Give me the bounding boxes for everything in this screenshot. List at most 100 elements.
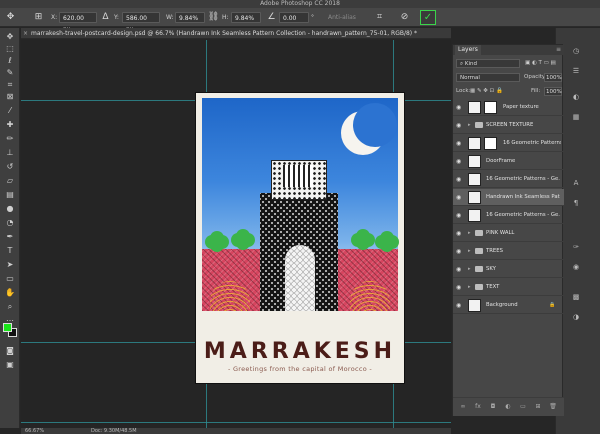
group-expand-icon[interactable]: ▸ bbox=[468, 120, 471, 131]
canvas-area[interactable]: MARRAKESH - Greetings from the capital o… bbox=[21, 40, 451, 428]
layer-thumbnail[interactable] bbox=[468, 299, 481, 312]
eraser-icon[interactable]: ▱ bbox=[3, 176, 17, 185]
layer-thumbnail[interactable] bbox=[468, 191, 481, 204]
delta-icon[interactable]: Δ bbox=[99, 11, 112, 24]
layer-thumbnail[interactable] bbox=[468, 137, 481, 150]
blur-icon[interactable]: ● bbox=[3, 204, 17, 213]
pen-icon[interactable]: ✒ bbox=[3, 232, 17, 241]
path-select-icon[interactable]: ➤ bbox=[3, 260, 17, 269]
link-icon[interactable]: ⛓ bbox=[207, 11, 220, 24]
quick-select-icon[interactable]: ✎ bbox=[3, 68, 17, 77]
visibility-eye-icon[interactable]: ◉ bbox=[456, 175, 464, 184]
healing-icon[interactable]: ✚ bbox=[3, 120, 17, 129]
dodge-icon[interactable]: ◔ bbox=[3, 218, 17, 227]
visibility-eye-icon[interactable]: ◉ bbox=[456, 121, 464, 130]
properties-panel-icon[interactable]: ☰ bbox=[571, 66, 581, 76]
type-icon[interactable]: T bbox=[3, 246, 17, 255]
x-field[interactable]: 620.00 px bbox=[59, 12, 97, 33]
cancel-transform-icon[interactable]: ⊘ bbox=[398, 11, 411, 24]
layer-row[interactable]: ◉ 🔒 Background bbox=[453, 297, 564, 314]
layer-row[interactable]: ◉ ▸ SCREEN TEXTURE bbox=[453, 117, 564, 134]
group-expand-icon[interactable]: ▸ bbox=[468, 264, 471, 275]
layer-style-icon[interactable]: fx bbox=[474, 403, 482, 411]
layer-name[interactable]: 16 Geometric Patterns - Ge... bbox=[486, 207, 560, 224]
layer-thumbnail[interactable] bbox=[468, 155, 481, 168]
history-panel-icon[interactable]: ◷ bbox=[571, 46, 581, 56]
layer-name[interactable]: Paper texture bbox=[503, 99, 561, 116]
opacity-field[interactable]: 100% bbox=[544, 73, 562, 82]
channels-panel-icon[interactable]: ◉ bbox=[571, 262, 581, 272]
layer-row[interactable]: ◉ Handrawn Ink Seamless Pat... bbox=[453, 189, 564, 206]
layer-name[interactable]: SCREEN TEXTURE bbox=[486, 117, 560, 134]
quick-mask-icon[interactable]: ◙ bbox=[3, 346, 17, 355]
paragraph-panel-icon[interactable]: ¶ bbox=[571, 198, 581, 208]
visibility-eye-icon[interactable]: ◉ bbox=[456, 247, 464, 256]
height-field[interactable]: 9.84% bbox=[231, 12, 261, 23]
layers-tab[interactable]: Layers bbox=[455, 45, 481, 55]
visibility-eye-icon[interactable]: ◉ bbox=[456, 283, 464, 292]
lock-icons[interactable]: ▦ ✎ ✥ ⊡ 🔒 bbox=[470, 87, 503, 96]
frame-icon[interactable]: ⊠ bbox=[3, 92, 17, 101]
eyedropper-icon[interactable]: ⁄ bbox=[3, 106, 17, 115]
clone-stamp-icon[interactable]: ⊥ bbox=[3, 148, 17, 157]
paths-panel-icon[interactable]: ✑ bbox=[571, 242, 581, 252]
libraries-panel-icon[interactable]: ▦ bbox=[571, 112, 581, 122]
brush-icon[interactable]: ✏ bbox=[3, 134, 17, 143]
visibility-eye-icon[interactable]: ◉ bbox=[456, 103, 464, 112]
layer-name[interactable]: 16 Geometric Patterns - Ge... bbox=[486, 171, 560, 188]
add-mask-icon[interactable]: ◘ bbox=[489, 403, 497, 411]
visibility-eye-icon[interactable]: ◉ bbox=[456, 229, 464, 238]
layer-row[interactable]: ◉ 16 Geometric Patterns - Ge... bbox=[453, 207, 564, 224]
history-brush-icon[interactable]: ↺ bbox=[3, 162, 17, 171]
screen-mode-icon[interactable]: ▣ bbox=[3, 360, 17, 369]
new-layer-icon[interactable]: ⊞ bbox=[534, 403, 542, 411]
visibility-eye-icon[interactable]: ◉ bbox=[456, 139, 464, 148]
blend-mode-select[interactable]: Normal bbox=[456, 73, 520, 82]
layer-row[interactable]: ◉ ▸ SKY bbox=[453, 261, 564, 278]
document-tab[interactable]: × marrakesh-travel-postcard-design.psd @… bbox=[21, 28, 451, 39]
hand-icon[interactable]: ✋ bbox=[3, 288, 17, 297]
visibility-eye-icon[interactable]: ◉ bbox=[456, 211, 464, 220]
tool-preset-icon[interactable]: ✥ bbox=[4, 11, 17, 24]
trash-icon[interactable]: 🗑 bbox=[549, 403, 557, 411]
move-icon[interactable]: ✥ bbox=[3, 32, 17, 41]
link-layers-icon[interactable]: ∞ bbox=[459, 403, 467, 411]
warp-mode-icon[interactable]: ⌗ bbox=[373, 11, 386, 24]
layer-row[interactable]: ◉ ▸ PINK WALL bbox=[453, 225, 564, 242]
visibility-eye-icon[interactable]: ◉ bbox=[456, 193, 464, 202]
layer-thumbnail[interactable] bbox=[468, 101, 481, 114]
adjustment-layer-icon[interactable]: ◐ bbox=[504, 403, 512, 411]
layer-thumbnail[interactable] bbox=[468, 173, 481, 186]
width-field[interactable]: 9.84% bbox=[175, 12, 205, 23]
layer-name[interactable]: TREES bbox=[486, 243, 560, 260]
zoom-icon[interactable]: ⌕ bbox=[3, 302, 17, 311]
fill-field[interactable]: 100% bbox=[544, 87, 562, 96]
layer-row[interactable]: ◉ 16 Geometric Patterns - Ge... bbox=[453, 171, 564, 188]
adjustments-panel-icon[interactable]: ◐ bbox=[571, 92, 581, 102]
group-expand-icon[interactable]: ▸ bbox=[468, 282, 471, 293]
gradient-icon[interactable]: ▤ bbox=[3, 190, 17, 199]
crop-icon[interactable]: ⌗ bbox=[3, 80, 17, 89]
reference-point-icon[interactable]: ⊞ bbox=[32, 11, 45, 24]
layer-row[interactable]: ◉ ▸ TREES bbox=[453, 243, 564, 260]
marquee-icon[interactable]: ⬚ bbox=[3, 44, 17, 53]
layer-mask-thumbnail[interactable] bbox=[484, 101, 497, 114]
layer-name[interactable]: DoorFrame bbox=[486, 153, 560, 170]
layer-mask-thumbnail[interactable] bbox=[484, 137, 497, 150]
shape-icon[interactable]: ▭ bbox=[3, 274, 17, 283]
postcard-artwork[interactable]: MARRAKESH - Greetings from the capital o… bbox=[196, 93, 404, 383]
swatches-panel-icon[interactable]: ▩ bbox=[571, 292, 581, 302]
visibility-eye-icon[interactable]: ◉ bbox=[456, 157, 464, 166]
layer-row[interactable]: ◉ DoorFrame bbox=[453, 153, 564, 170]
character-panel-icon[interactable]: A bbox=[571, 178, 581, 188]
filter-icons[interactable]: ▣ ◐ T ▭ ▤ bbox=[525, 59, 556, 68]
group-expand-icon[interactable]: ▸ bbox=[468, 228, 471, 239]
y-field[interactable]: 586.00 px bbox=[122, 12, 160, 33]
more-icon[interactable]: … bbox=[3, 314, 17, 323]
layer-thumbnail[interactable] bbox=[468, 209, 481, 222]
visibility-eye-icon[interactable]: ◉ bbox=[456, 301, 464, 310]
layer-name[interactable]: TEXT bbox=[486, 279, 560, 296]
doc-info[interactable]: Doc: 9.30M/48.5M bbox=[91, 428, 137, 434]
new-group-icon[interactable]: ▭ bbox=[519, 403, 527, 411]
layer-name[interactable]: SKY bbox=[486, 261, 560, 278]
